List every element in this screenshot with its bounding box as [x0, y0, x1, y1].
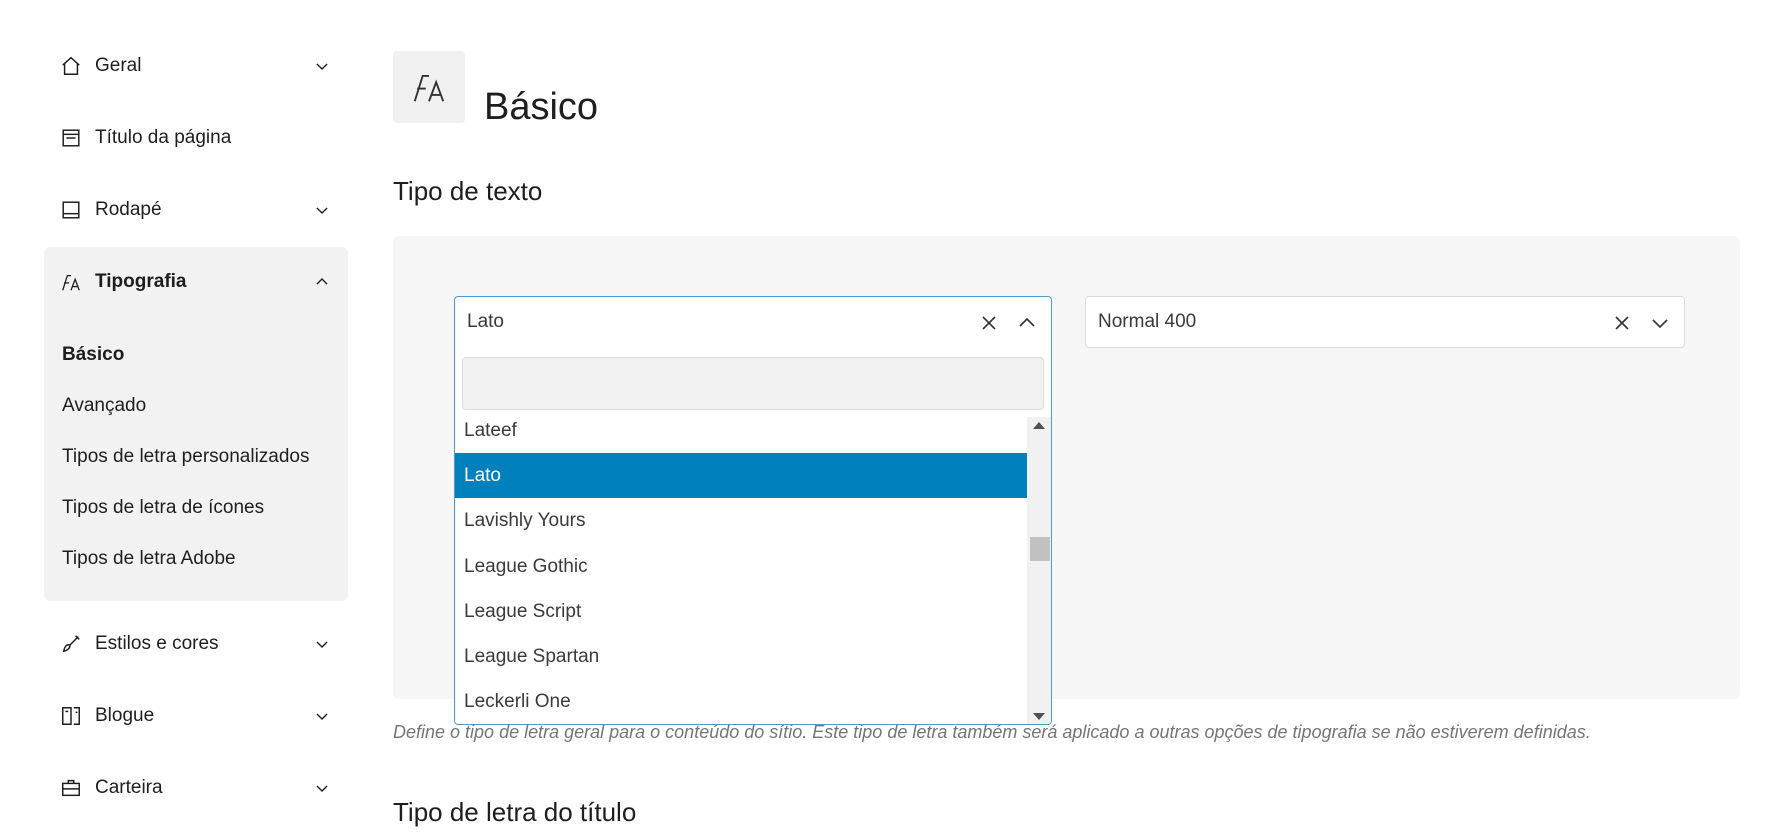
blog-icon	[60, 705, 82, 727]
sidebar-subitem-avancado[interactable]: Avançado	[62, 395, 146, 417]
font-option[interactable]: League Spartan	[455, 634, 1027, 679]
font-family-value: Lato	[467, 311, 504, 332]
font-family-dropdown[interactable]: Lato Lateef Lato Lavishly Yours League G…	[454, 296, 1052, 725]
sidebar-item-label: Carteira	[95, 777, 163, 798]
font-weight-select[interactable]: Normal 400	[1085, 296, 1685, 348]
sidebar-item-titulo-pagina[interactable]: Título da página	[44, 118, 348, 158]
sidebar-subitem-icon-fonts[interactable]: Tipos de letra de ícones	[62, 497, 264, 519]
font-option[interactable]: League Gothic	[455, 544, 1027, 589]
scroll-up-arrow-icon[interactable]	[1033, 422, 1045, 429]
font-option[interactable]: Lateef	[455, 417, 1027, 453]
scroll-thumb[interactable]	[1030, 537, 1050, 561]
scroll-down-arrow-icon[interactable]	[1033, 713, 1045, 720]
footer-icon	[60, 199, 82, 221]
sidebar-item-rodape[interactable]: Rodapé	[44, 190, 348, 230]
clear-icon[interactable]	[1612, 313, 1632, 333]
home-icon	[60, 55, 82, 77]
font-options-list: Lateef Lato Lavishly Yours League Gothic…	[455, 417, 1027, 724]
clear-icon[interactable]	[979, 313, 999, 333]
sidebar-subitem-adobe-fonts[interactable]: Tipos de letra Adobe	[62, 548, 236, 570]
chevron-down-icon[interactable]	[314, 780, 330, 796]
sidebar-item-geral[interactable]: Geral	[44, 46, 348, 86]
chevron-down-icon[interactable]	[314, 636, 330, 652]
font-option[interactable]: Leckerli One	[455, 679, 1027, 724]
sidebar-item-carteira[interactable]: Carteira	[44, 768, 348, 808]
sidebar-item-tipografia[interactable]: Tipografia	[44, 262, 348, 302]
font-option[interactable]: Lavishly Yours	[455, 498, 1027, 543]
brush-icon	[60, 633, 82, 655]
sidebar-subitem-custom-fonts[interactable]: Tipos de letra personalizados	[62, 446, 310, 468]
chevron-down-icon[interactable]	[314, 708, 330, 724]
font-search-input[interactable]	[462, 357, 1044, 410]
sidebar-item-label: Título da página	[95, 127, 232, 148]
chevron-down-icon[interactable]	[314, 58, 330, 74]
font-family-select[interactable]: Lato	[455, 297, 1051, 349]
sidebar-subitem-basico[interactable]: Básico	[62, 344, 124, 366]
font-description: Define o tipo de letra geral para o cont…	[393, 722, 1591, 742]
sidebar-item-label: Rodapé	[95, 199, 162, 220]
sidebar-item-label: Estilos e cores	[95, 633, 219, 654]
font-option-selected[interactable]: Lato	[455, 453, 1027, 498]
sidebar-item-blogue[interactable]: Blogue	[44, 696, 348, 736]
chevron-up-icon[interactable]	[314, 274, 330, 290]
chevron-down-icon[interactable]	[314, 202, 330, 218]
section-title-font: Tipo de texto	[393, 176, 543, 206]
section-title-heading-font: Tipo de letra do título	[393, 797, 637, 827]
chevron-down-icon[interactable]	[1650, 313, 1670, 333]
briefcase-icon	[60, 777, 82, 799]
sidebar-item-label: Geral	[95, 55, 142, 76]
font-weight-value: Normal 400	[1098, 311, 1197, 332]
page-title-icon	[60, 127, 82, 149]
font-option[interactable]: League Script	[455, 589, 1027, 634]
sidebar-item-label: Blogue	[95, 705, 155, 726]
typography-icon	[60, 271, 82, 293]
dropdown-scrollbar[interactable]	[1027, 417, 1051, 724]
page-title: Básico	[484, 86, 599, 128]
chevron-up-icon[interactable]	[1017, 313, 1037, 333]
typography-header-icon	[393, 51, 465, 123]
sidebar-item-label: Tipografia	[95, 271, 187, 292]
sidebar-item-estilos-cores[interactable]: Estilos e cores	[44, 624, 348, 664]
